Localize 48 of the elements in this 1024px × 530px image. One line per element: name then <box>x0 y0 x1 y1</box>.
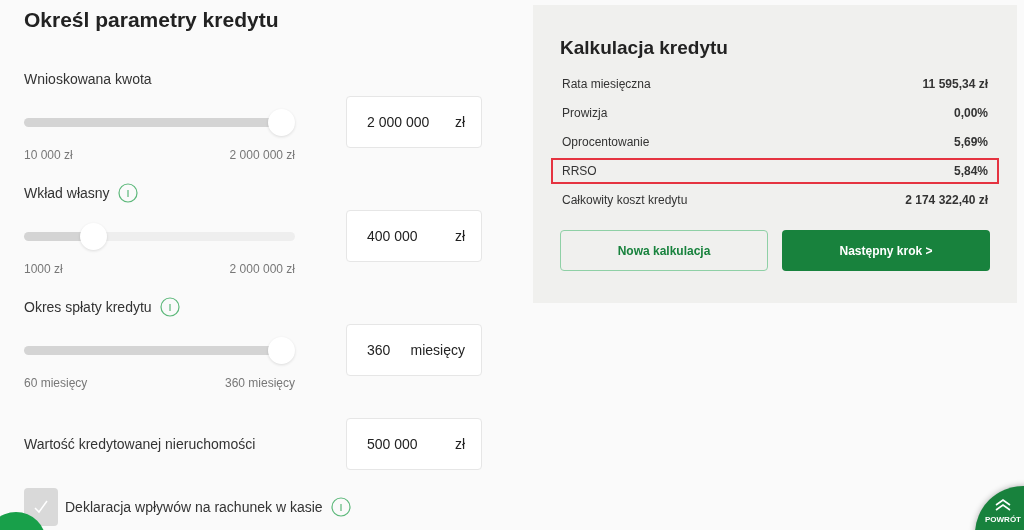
unit-label: miesięcy <box>410 340 465 360</box>
info-icon[interactable] <box>117 183 138 203</box>
max-label: 360 miesięcy <box>224 375 295 392</box>
info-icon[interactable] <box>159 297 180 317</box>
back-to-top-label: POWRÓT <box>985 514 1021 526</box>
row-label: Oprocentowanie <box>562 134 650 151</box>
row-label: RRSO <box>562 163 597 180</box>
unit-label: zł <box>454 226 465 246</box>
slider[interactable] <box>24 336 295 364</box>
min-label: 1000 zł <box>24 261 63 278</box>
min-label: 10 000 zł <box>24 147 73 164</box>
min-label: 60 miesięcy <box>24 375 88 392</box>
check-icon <box>32 498 50 516</box>
card-title: Kalkulacja kredytu <box>559 36 729 60</box>
back-to-top-button[interactable]: POWRÓT <box>975 486 1024 530</box>
value-field[interactable]: 400 000 zł <box>346 210 482 262</box>
field-label: Okres spłaty kredytu <box>24 297 152 317</box>
row-value: 0,00% <box>953 105 988 122</box>
max-label: 2 000 000 zł <box>229 147 295 164</box>
row-label: Całkowity koszt kredytu <box>562 192 688 209</box>
field-value: 2 000 000 <box>367 112 430 132</box>
checkbox-label: Deklaracja wpływów na rachunek w kasie <box>65 497 323 517</box>
slider[interactable] <box>24 222 295 250</box>
checkbox[interactable] <box>24 488 58 526</box>
row-value: 5,69% <box>953 134 988 151</box>
new-calculation-button[interactable]: Nowa kalkulacja <box>560 230 768 271</box>
value-field[interactable]: 2 000 000 zł <box>346 96 482 148</box>
field-label: Wartość kredytowanej nieruchomości <box>24 434 256 454</box>
row-value: 5,84% <box>953 163 988 180</box>
field-label: Wkład własny <box>24 183 110 203</box>
section-title: Określ parametry kredytu <box>24 7 280 33</box>
slider[interactable] <box>24 108 295 136</box>
field-label: Wnioskowana kwota <box>24 69 152 89</box>
field-value: 400 000 <box>367 226 418 246</box>
row-label: Prowizja <box>562 105 608 122</box>
unit-label: zł <box>454 434 465 454</box>
chevrons-up-icon <box>993 498 1013 512</box>
unit-label: zł <box>454 112 465 132</box>
row-value: 2 174 322,40 zł <box>905 192 988 209</box>
next-step-button[interactable]: Następny krok > <box>782 230 990 271</box>
info-icon[interactable] <box>330 497 351 517</box>
row-label: Rata miesięczna <box>562 76 651 93</box>
field-value: 500 000 <box>367 434 418 454</box>
value-field[interactable]: 500 000 zł <box>346 418 482 470</box>
row-value: 11 595,34 zł <box>922 76 988 93</box>
field-value: 360 <box>367 340 391 360</box>
value-field[interactable]: 360 miesięcy <box>346 324 482 376</box>
max-label: 2 000 000 zł <box>229 261 295 278</box>
